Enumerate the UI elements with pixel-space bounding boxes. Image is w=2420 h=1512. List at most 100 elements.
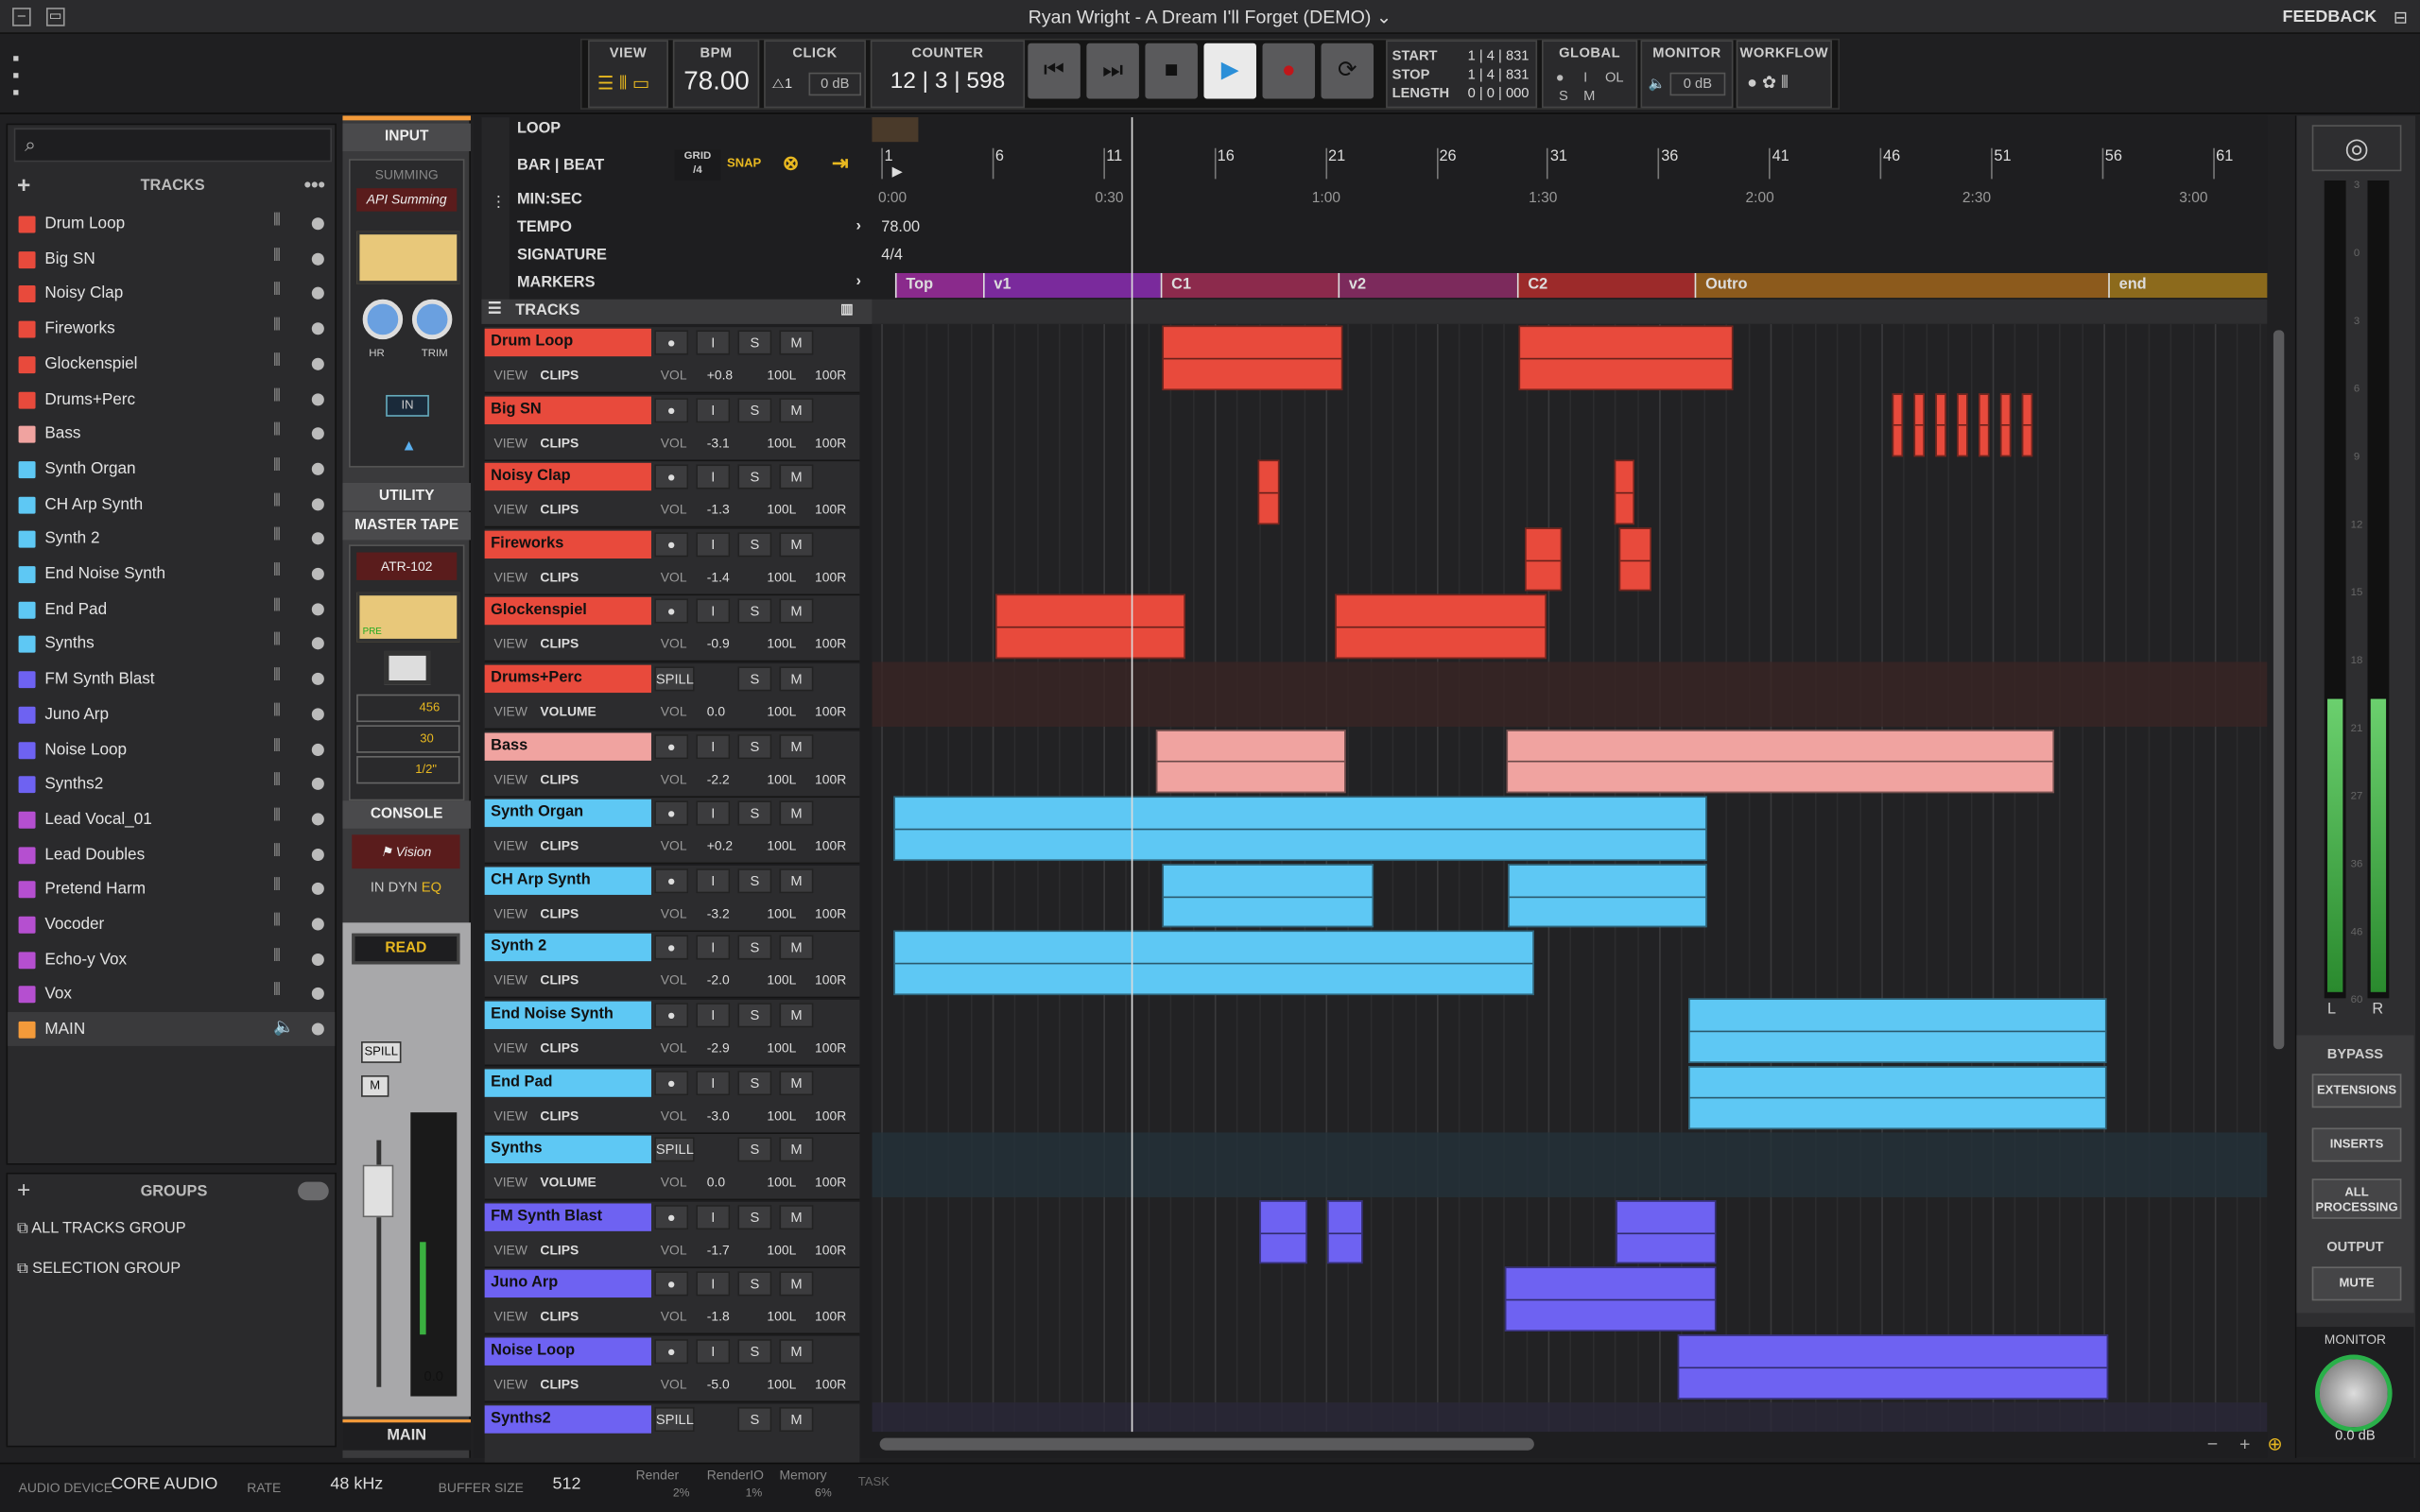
browser-track-item[interactable]: Drum Loop ⦀ <box>8 207 335 241</box>
audio-clip[interactable] <box>1257 459 1280 524</box>
browser-track-item[interactable]: MAIN 🔈 <box>8 1012 336 1047</box>
marker-4[interactable]: C2 <box>1516 272 1695 299</box>
track-solo-button[interactable]: S <box>737 397 772 422</box>
waveform-icon[interactable]: ⦀ <box>273 491 281 511</box>
playhead-marker-icon[interactable]: ▶ <box>892 163 903 180</box>
track-volume[interactable]: -1.8 <box>707 1309 730 1324</box>
marker-0[interactable]: Top <box>894 272 983 299</box>
track-pan-right[interactable]: 100R <box>815 435 846 450</box>
track-mute-button[interactable]: M <box>779 800 814 826</box>
waveform-icon[interactable]: ⦀ <box>273 631 281 651</box>
track-record-arm-icon[interactable]: ● <box>654 800 689 826</box>
mute-button[interactable]: M <box>361 1074 389 1097</box>
track-pan-right[interactable]: 100R <box>815 1376 846 1391</box>
track-solo-button[interactable]: S <box>737 936 772 961</box>
track-mute-button[interactable]: M <box>779 1339 814 1365</box>
track-input-button[interactable]: I <box>696 868 731 893</box>
track-record-arm-icon[interactable]: ● <box>654 464 689 490</box>
visibility-dot-icon[interactable] <box>311 813 324 826</box>
track-record-arm-icon[interactable]: ● <box>654 531 689 558</box>
marker-1[interactable]: v1 <box>982 272 1161 299</box>
global-ol[interactable]: OL <box>1605 69 1624 84</box>
audio-clip[interactable] <box>893 796 1707 861</box>
track-input-button[interactable]: I <box>696 464 731 490</box>
browser-track-item[interactable]: Noisy Clap ⦀ <box>8 277 335 311</box>
track-mute-button[interactable]: M <box>779 1003 814 1028</box>
add-group-icon[interactable]: + <box>17 1177 30 1204</box>
marker-5[interactable]: Outro <box>1694 272 2109 299</box>
track-pan-right[interactable]: 100R <box>815 838 846 853</box>
track-list-icon[interactable]: ☰ <box>488 301 502 318</box>
global-s[interactable]: S <box>1559 88 1568 103</box>
track-mute-button[interactable]: M <box>779 1204 814 1229</box>
track-header[interactable]: CH Arp Synth ● I S M VIEW CLIPS VOL -3.2 100L 100R <box>484 865 860 932</box>
visibility-dot-icon[interactable] <box>311 848 324 861</box>
track-pan-left[interactable]: 100L <box>767 502 796 517</box>
tape-type[interactable]: 456 <box>356 694 460 723</box>
waveform-icon[interactable]: ⦀ <box>273 596 281 616</box>
track-pan-right[interactable]: 100R <box>815 636 846 651</box>
track-name[interactable]: Drum Loop <box>484 328 651 357</box>
visibility-dot-icon[interactable] <box>311 427 324 440</box>
track-view-mode[interactable]: CLIPS <box>540 972 579 988</box>
global-m[interactable]: M <box>1583 88 1595 103</box>
track-view-mode[interactable]: CLIPS <box>540 502 579 517</box>
track-header[interactable]: Drums+Perc SPILL S M VIEW VOLUME VOL 0.0 100L 100… <box>484 663 860 730</box>
track-solo-button[interactable]: S <box>737 1003 772 1028</box>
rewind-button[interactable]: ⏮ <box>1028 43 1080 99</box>
track-pan-right[interactable]: 100R <box>815 703 846 718</box>
waveform-icon[interactable]: ⦀ <box>273 737 281 757</box>
chevron-right-icon[interactable]: › <box>856 217 861 234</box>
link-icon[interactable]: ⊗ <box>783 151 800 176</box>
fader-value[interactable]: 0.0 <box>410 1368 457 1383</box>
fader-handle[interactable] <box>362 1164 394 1218</box>
buffer-select[interactable]: 512 <box>552 1475 580 1494</box>
track-input-button[interactable]: I <box>696 531 731 558</box>
utility-header[interactable]: UTILITY <box>342 483 471 511</box>
track-volume[interactable]: -3.1 <box>707 435 730 450</box>
browser-track-item[interactable]: Pretend Harm ⦀ <box>8 872 335 906</box>
view-icons[interactable]: ☰ ⦀ ▭ <box>597 73 650 95</box>
browser-track-item[interactable]: End Pad ⦀ <box>8 592 335 626</box>
trim-knob[interactable] <box>411 299 453 340</box>
track-header[interactable]: Bass ● I S M VIEW CLIPS VOL -2.2 100L 100R <box>484 730 860 798</box>
bar-number[interactable]: 11 <box>1103 147 1122 180</box>
time-label[interactable]: 0:30 <box>1095 190 1123 207</box>
track-record-arm-icon[interactable]: ● <box>654 1271 689 1297</box>
bypass-inserts-button[interactable]: INSERTS <box>2311 1127 2402 1162</box>
visibility-dot-icon[interactable] <box>311 357 324 370</box>
track-mute-button[interactable]: M <box>779 1271 814 1297</box>
track-input-button[interactable]: I <box>696 330 731 355</box>
track-mute-button[interactable]: M <box>779 868 814 893</box>
visibility-dot-icon[interactable] <box>311 988 324 1001</box>
marker-6[interactable]: end <box>2108 272 2268 299</box>
track-pan-right[interactable]: 100R <box>815 569 846 584</box>
loop-region[interactable] <box>872 117 919 143</box>
track-pan-left[interactable]: 100L <box>767 905 796 920</box>
ruler-menu-icon[interactable]: ⋮ <box>491 195 506 212</box>
bpm-value[interactable]: 78.00 <box>683 66 749 97</box>
browser-track-item[interactable]: Vocoder ⦀ <box>8 907 335 941</box>
monitor-knob-value[interactable]: 0.0 dB <box>2296 1427 2413 1442</box>
global-i[interactable]: I <box>1583 69 1587 84</box>
visibility-dot-icon[interactable] <box>311 602 324 615</box>
audio-clip[interactable] <box>1677 1334 2109 1400</box>
track-mute-button[interactable]: M <box>779 1070 814 1095</box>
track-mute-button[interactable]: M <box>779 666 814 692</box>
track-header[interactable]: Noisy Clap ● I S M VIEW CLIPS VOL -1.3 100L 100R <box>484 461 860 528</box>
browser-track-item[interactable]: Echo-y Vox ⦀ <box>8 942 335 976</box>
browser-track-item[interactable]: Synth Organ ⦀ <box>8 452 335 486</box>
counter-value[interactable]: 12 | 3 | 598 <box>872 68 1023 94</box>
track-mute-button[interactable]: M <box>779 531 814 558</box>
audio-clip[interactable] <box>1506 729 2055 794</box>
waveform-icon[interactable]: ⦀ <box>273 877 281 897</box>
track-pan-left[interactable]: 100L <box>767 368 796 383</box>
visibility-dot-icon[interactable] <box>311 1022 324 1036</box>
track-input-button[interactable]: I <box>696 599 731 625</box>
audio-clip[interactable] <box>1688 998 2107 1063</box>
visibility-dot-icon[interactable] <box>311 287 324 301</box>
track-pan-left[interactable]: 100L <box>767 569 796 584</box>
click-box[interactable]: CLICK ⧍1 0 dB <box>764 40 866 109</box>
waveform-icon[interactable]: ⦀ <box>273 807 281 827</box>
track-mute-button[interactable]: M <box>779 464 814 490</box>
